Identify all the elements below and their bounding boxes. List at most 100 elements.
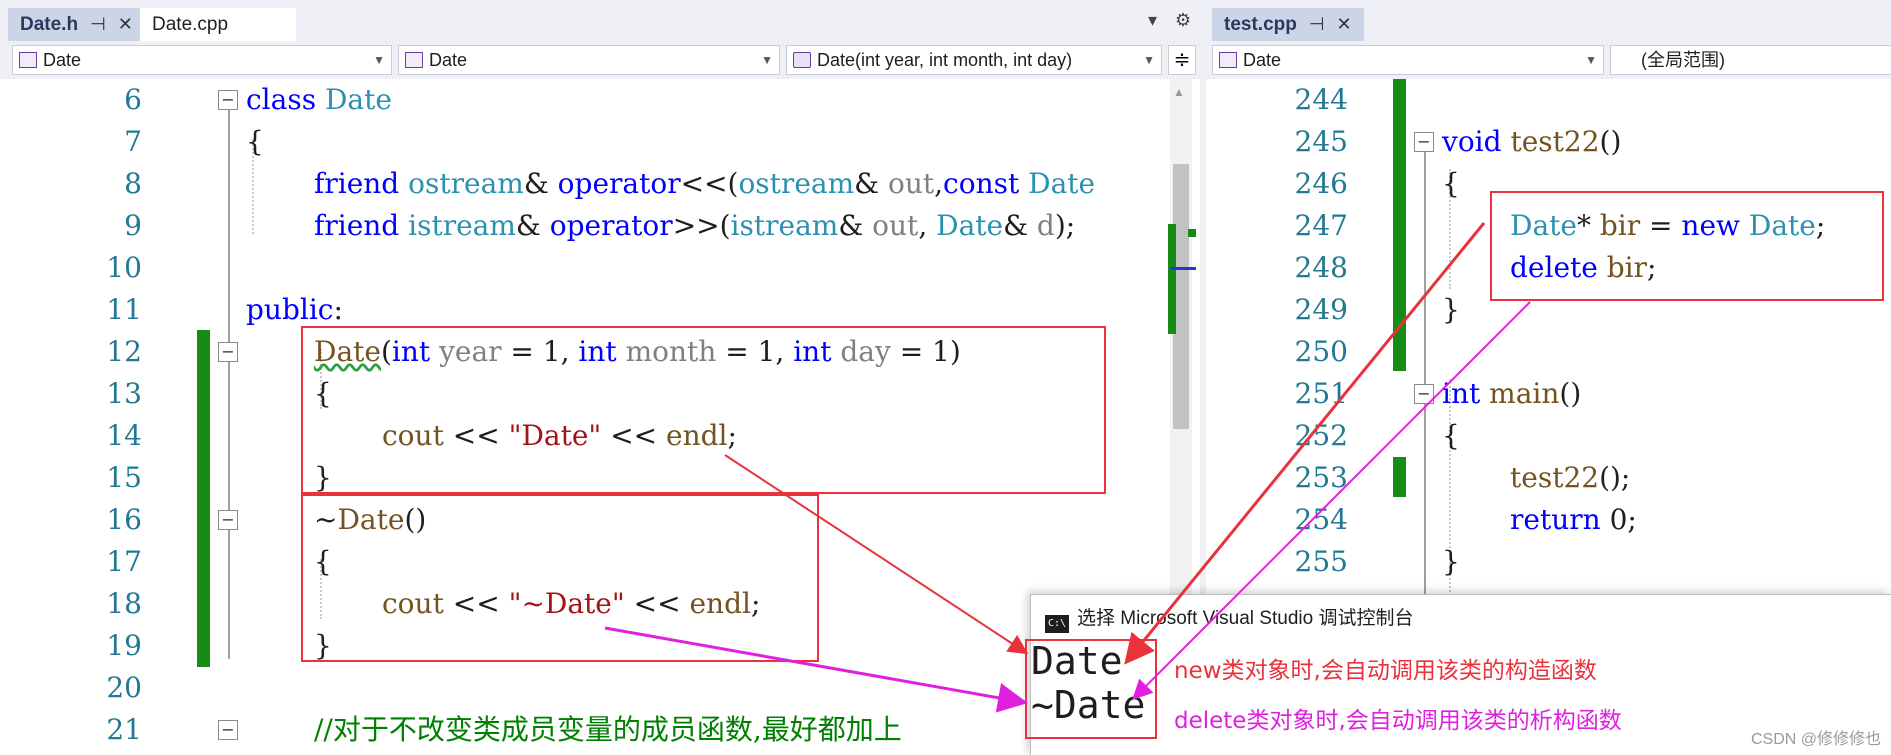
editor-pane-date-h: Date.h ⊣ ✕ Date.cpp ▾ ⚙ Date ▼ Date ▼ Date…	[0, 0, 1200, 755]
line-number: 13	[106, 377, 142, 410]
code-line: {	[1442, 167, 1460, 200]
line-number: 6	[124, 83, 142, 116]
global-scope-dropdown[interactable]: (全局范围)	[1610, 45, 1891, 75]
pin-icon[interactable]: ⊣	[90, 8, 106, 41]
tab-date-cpp[interactable]: Date.cpp	[140, 8, 296, 41]
line-number: 17	[106, 545, 142, 578]
scroll-marker	[1168, 224, 1176, 334]
navigation-bar: Date ▼ Date ▼ Date(int year, int month, …	[0, 41, 1200, 79]
member-scope-value: Date(int year, int month, int day)	[817, 50, 1073, 70]
code-line: void test22()	[1442, 125, 1622, 158]
code-line: }	[1442, 293, 1460, 326]
code-line: friend ostream& operator<<(ostream& out,…	[314, 167, 1096, 200]
line-number: 247	[1294, 209, 1348, 242]
split-editor-button[interactable]: ≑	[1168, 45, 1196, 75]
chevron-down-icon: ▼	[761, 53, 773, 67]
line-number: 255	[1294, 545, 1348, 578]
code-line: {	[1442, 419, 1460, 452]
tab-dropdown-icon[interactable]: ▾	[1148, 10, 1157, 31]
collapse-toggle[interactable]: −	[218, 342, 238, 362]
code-line: return 0;	[1510, 503, 1637, 536]
tab-label: Date.h	[20, 14, 79, 35]
member-scope-dropdown[interactable]: Date(int year, int month, int day) ▼	[786, 45, 1162, 75]
line-number: 251	[1294, 377, 1348, 410]
chevron-down-icon: ▼	[1585, 53, 1597, 67]
tab-bar: test.cpp ⊣ ✕	[1206, 0, 1891, 41]
scroll-marker	[1188, 229, 1196, 237]
close-icon[interactable]: ✕	[118, 8, 133, 41]
tab-date-h[interactable]: Date.h ⊣ ✕	[8, 8, 145, 41]
code-line: friend istream& operator>>(istream& out,…	[314, 209, 1076, 242]
line-number: 250	[1294, 335, 1348, 368]
line-number: 8	[124, 167, 142, 200]
line-number: 245	[1294, 125, 1348, 158]
console-icon: C:\	[1045, 615, 1069, 633]
line-number: 11	[106, 293, 142, 326]
output-highlight-box	[1025, 639, 1157, 739]
line-number: 12	[106, 335, 142, 368]
change-indicator-bar	[1393, 79, 1406, 371]
outline-line	[228, 99, 230, 659]
class-icon	[405, 52, 423, 68]
class-scope-dropdown[interactable]: Date ▼	[398, 45, 780, 75]
tab-label: Date.cpp	[152, 14, 229, 35]
code-line: test22();	[1510, 461, 1631, 494]
new-delete-highlight-box	[1490, 191, 1884, 301]
close-icon[interactable]: ✕	[1337, 8, 1352, 41]
collapse-toggle[interactable]: −	[218, 90, 238, 110]
project-scope-dropdown[interactable]: Date ▼	[1212, 45, 1604, 75]
caret-marker	[1170, 267, 1196, 270]
line-number: 14	[106, 419, 142, 452]
code-line: public:	[246, 293, 343, 326]
project-icon	[19, 52, 37, 68]
line-number: 249	[1294, 293, 1348, 326]
code-line: {	[246, 125, 264, 158]
line-number: 254	[1294, 503, 1348, 536]
tab-bar: Date.h ⊣ ✕ Date.cpp ▾ ⚙	[0, 0, 1200, 41]
collapse-toggle[interactable]: −	[1414, 132, 1434, 152]
gear-icon[interactable]: ⚙	[1175, 10, 1191, 31]
collapse-toggle[interactable]: −	[1414, 384, 1434, 404]
line-number: 19	[106, 629, 142, 662]
watermark: CSDN @修修修也	[1750, 731, 1881, 748]
project-scope-value: Date	[43, 50, 82, 70]
change-indicator-bar	[197, 330, 210, 667]
line-number: 7	[124, 125, 142, 158]
chevron-down-icon: ▼	[373, 53, 385, 67]
code-editor[interactable]: 6 7 8 9 10 11 12 13 14 15 16 17 18 19 20…	[0, 79, 1200, 755]
line-number: 252	[1294, 419, 1348, 452]
collapse-toggle[interactable]: −	[218, 720, 238, 740]
line-number: 253	[1294, 461, 1348, 494]
change-indicator-bar	[1393, 457, 1406, 497]
line-number: 20	[106, 671, 142, 704]
project-scope-value: Date	[1243, 50, 1282, 70]
debug-console-window[interactable]: C:\ 选择 Microsoft Visual Studio 调试控制台 Date…	[1025, 594, 1891, 755]
class-scope-value: Date	[429, 50, 468, 70]
code-line: //对于不改变类成员变量的成员函数,最好都加上	[314, 713, 902, 746]
code-line: }	[1442, 545, 1460, 578]
line-number: 246	[1294, 167, 1348, 200]
destructor-highlight-box	[301, 494, 819, 662]
project-icon	[1219, 52, 1237, 68]
scroll-up-icon[interactable]: ▲	[1173, 85, 1185, 99]
console-title: 选择 Microsoft Visual Studio 调试控制台	[1077, 608, 1414, 629]
project-scope-dropdown[interactable]: Date ▼	[12, 45, 392, 75]
constructor-highlight-box	[301, 326, 1106, 494]
destructor-note: delete类对象时,会自动调用该类的析构函数	[1174, 708, 1622, 734]
tab-label: test.cpp	[1224, 14, 1297, 35]
line-number: 244	[1294, 83, 1348, 116]
line-number: 16	[106, 503, 142, 536]
navigation-bar: Date ▼ (全局范围)	[1206, 41, 1891, 79]
method-cube-icon	[793, 52, 811, 68]
tab-test-cpp[interactable]: test.cpp ⊣ ✕	[1212, 8, 1364, 41]
constructor-note: new类对象时,会自动调用该类的构造函数	[1174, 658, 1597, 684]
line-number: 21	[106, 713, 142, 746]
line-number: 9	[124, 209, 142, 242]
line-number: 10	[106, 251, 142, 284]
code-line: int main()	[1442, 377, 1582, 410]
code-line: class Date	[246, 83, 392, 116]
line-number: 18	[106, 587, 142, 620]
collapse-toggle[interactable]: −	[218, 510, 238, 530]
console-title-bar: C:\ 选择 Microsoft Visual Studio 调试控制台	[1045, 603, 1413, 633]
pin-icon[interactable]: ⊣	[1309, 8, 1325, 41]
